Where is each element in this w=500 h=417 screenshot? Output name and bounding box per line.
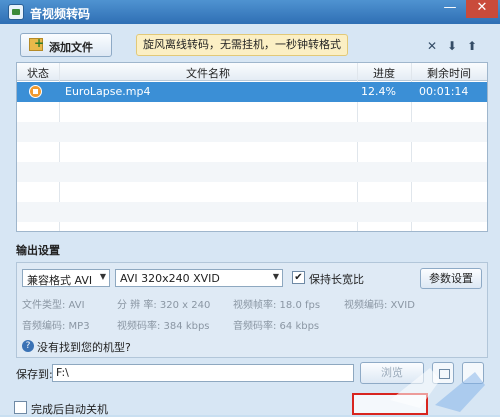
minimize-button[interactable]: — xyxy=(436,0,464,18)
auto-shutdown-checkbox[interactable] xyxy=(14,401,27,414)
table-header: 状态 文件名称 进度 剩余时间 xyxy=(17,63,487,81)
col-progress[interactable]: 进度 xyxy=(357,65,411,81)
save-to-label: 保存到: xyxy=(16,368,53,381)
open-folder-icon[interactable] xyxy=(462,362,484,384)
add-file-label: 添加文件 xyxy=(49,41,93,54)
save-path-input[interactable]: F:\ xyxy=(52,364,354,382)
param-settings-button[interactable]: 参数设置 xyxy=(420,268,482,289)
converting-icon xyxy=(29,85,42,98)
preset-select[interactable]: AVI 320x240 XVID ▼ xyxy=(115,269,283,287)
audio-codec-info: 音频编码: MP3 xyxy=(22,321,90,332)
row-progress: 12.4% xyxy=(361,85,396,98)
add-folder-icon xyxy=(29,36,44,51)
col-status[interactable]: 状态 xyxy=(17,65,59,81)
col-filename[interactable]: 文件名称 xyxy=(59,65,357,81)
video-codec-info: 视频编码: XVID xyxy=(344,300,415,311)
add-file-button[interactable]: 添加文件 xyxy=(20,33,112,57)
format-value: 兼容格式 AVI xyxy=(27,274,93,287)
app-icon xyxy=(8,4,24,20)
x-icon[interactable]: ✕ xyxy=(424,38,440,54)
chevron-down-icon: ▼ xyxy=(99,272,106,281)
arrow-down-icon[interactable]: ⬇ xyxy=(444,38,460,54)
browse-button[interactable]: 浏览 xyxy=(360,362,424,384)
window-title: 音视频转码 xyxy=(30,7,91,21)
col-remaining[interactable]: 剩余时间 xyxy=(411,65,487,81)
output-settings-title: 输出设置 xyxy=(16,244,60,257)
arrow-up-icon[interactable]: ⬆ xyxy=(464,38,480,54)
promo-banner[interactable]: 旋风离线转码，无需挂机，一秒钟转格式 xyxy=(136,34,348,56)
file-table: 状态 文件名称 进度 剩余时间 EuroLapse.mp4 12.4% 00:0… xyxy=(16,62,488,232)
format-select[interactable]: 兼容格式 AVI ▼ xyxy=(22,269,110,287)
frame-rate-info: 视频帧率: 18.0 fps xyxy=(233,300,321,311)
title-bar: 音视频转码 — ✕ xyxy=(0,0,500,24)
chevron-down-icon: ▼ xyxy=(272,272,279,281)
table-stripe xyxy=(17,162,487,182)
video-bitrate-info: 视频码率: 384 kbps xyxy=(117,321,210,332)
file-type-info: 文件类型: AVI xyxy=(22,300,85,311)
model-not-found-link[interactable]: 没有找到您的机型? xyxy=(37,339,131,355)
folder-icon[interactable] xyxy=(432,362,454,384)
convert-button[interactable] xyxy=(352,393,428,415)
preset-value: AVI 320x240 XVID xyxy=(120,272,220,285)
audio-bitrate-info: 音频码率: 64 kbps xyxy=(233,321,320,332)
keep-ratio-label: 保持长宽比 xyxy=(309,273,364,286)
table-stripe xyxy=(17,122,487,142)
table-stripe xyxy=(17,202,487,222)
resolution-info: 分 辨 率: 320 x 240 xyxy=(117,300,211,311)
keep-ratio-checkbox[interactable]: ✔ xyxy=(292,271,305,284)
row-filename: EuroLapse.mp4 xyxy=(65,85,151,98)
table-row[interactable]: EuroLapse.mp4 12.4% 00:01:14 xyxy=(17,82,487,102)
help-icon: ? xyxy=(22,340,34,352)
row-remaining: 00:01:14 xyxy=(419,85,469,98)
close-button[interactable]: ✕ xyxy=(466,0,498,18)
